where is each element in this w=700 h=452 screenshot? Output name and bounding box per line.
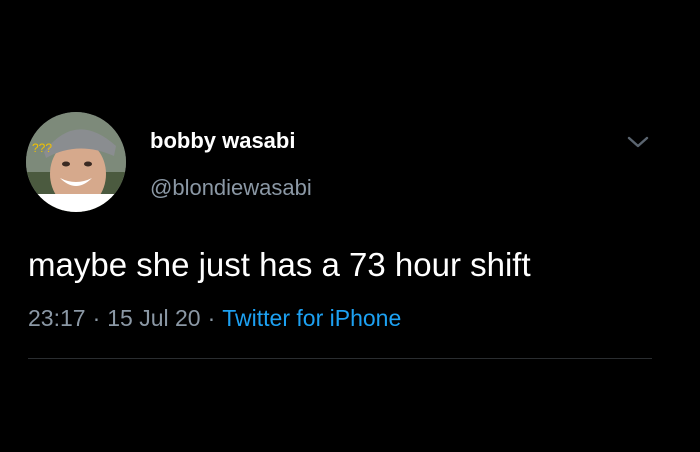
tweet-date[interactable]: 15 Jul 20 xyxy=(107,305,200,331)
tweet-text: maybe she just has a 73 hour shift xyxy=(28,246,531,283)
author-handle[interactable]: @blondiewasabi xyxy=(150,175,312,201)
author-display-name[interactable]: bobby wasabi xyxy=(150,128,295,154)
tweet-meta: 23:17 · 15 Jul 20 · Twitter for iPhone xyxy=(28,305,401,332)
tweet-source-link[interactable]: Twitter for iPhone xyxy=(222,305,401,331)
tweet-card: ??? bobby wasabi @blondiewasabi maybe sh… xyxy=(0,0,700,452)
user-avatar-icon: ??? xyxy=(26,112,126,212)
divider xyxy=(28,358,652,359)
meta-separator: · xyxy=(207,305,216,331)
avatar[interactable]: ??? xyxy=(26,112,126,212)
avatar-caption: ??? xyxy=(32,141,52,155)
chevron-down-icon[interactable] xyxy=(626,134,650,150)
tweet-time[interactable]: 23:17 xyxy=(28,305,86,331)
meta-separator: · xyxy=(92,305,101,331)
